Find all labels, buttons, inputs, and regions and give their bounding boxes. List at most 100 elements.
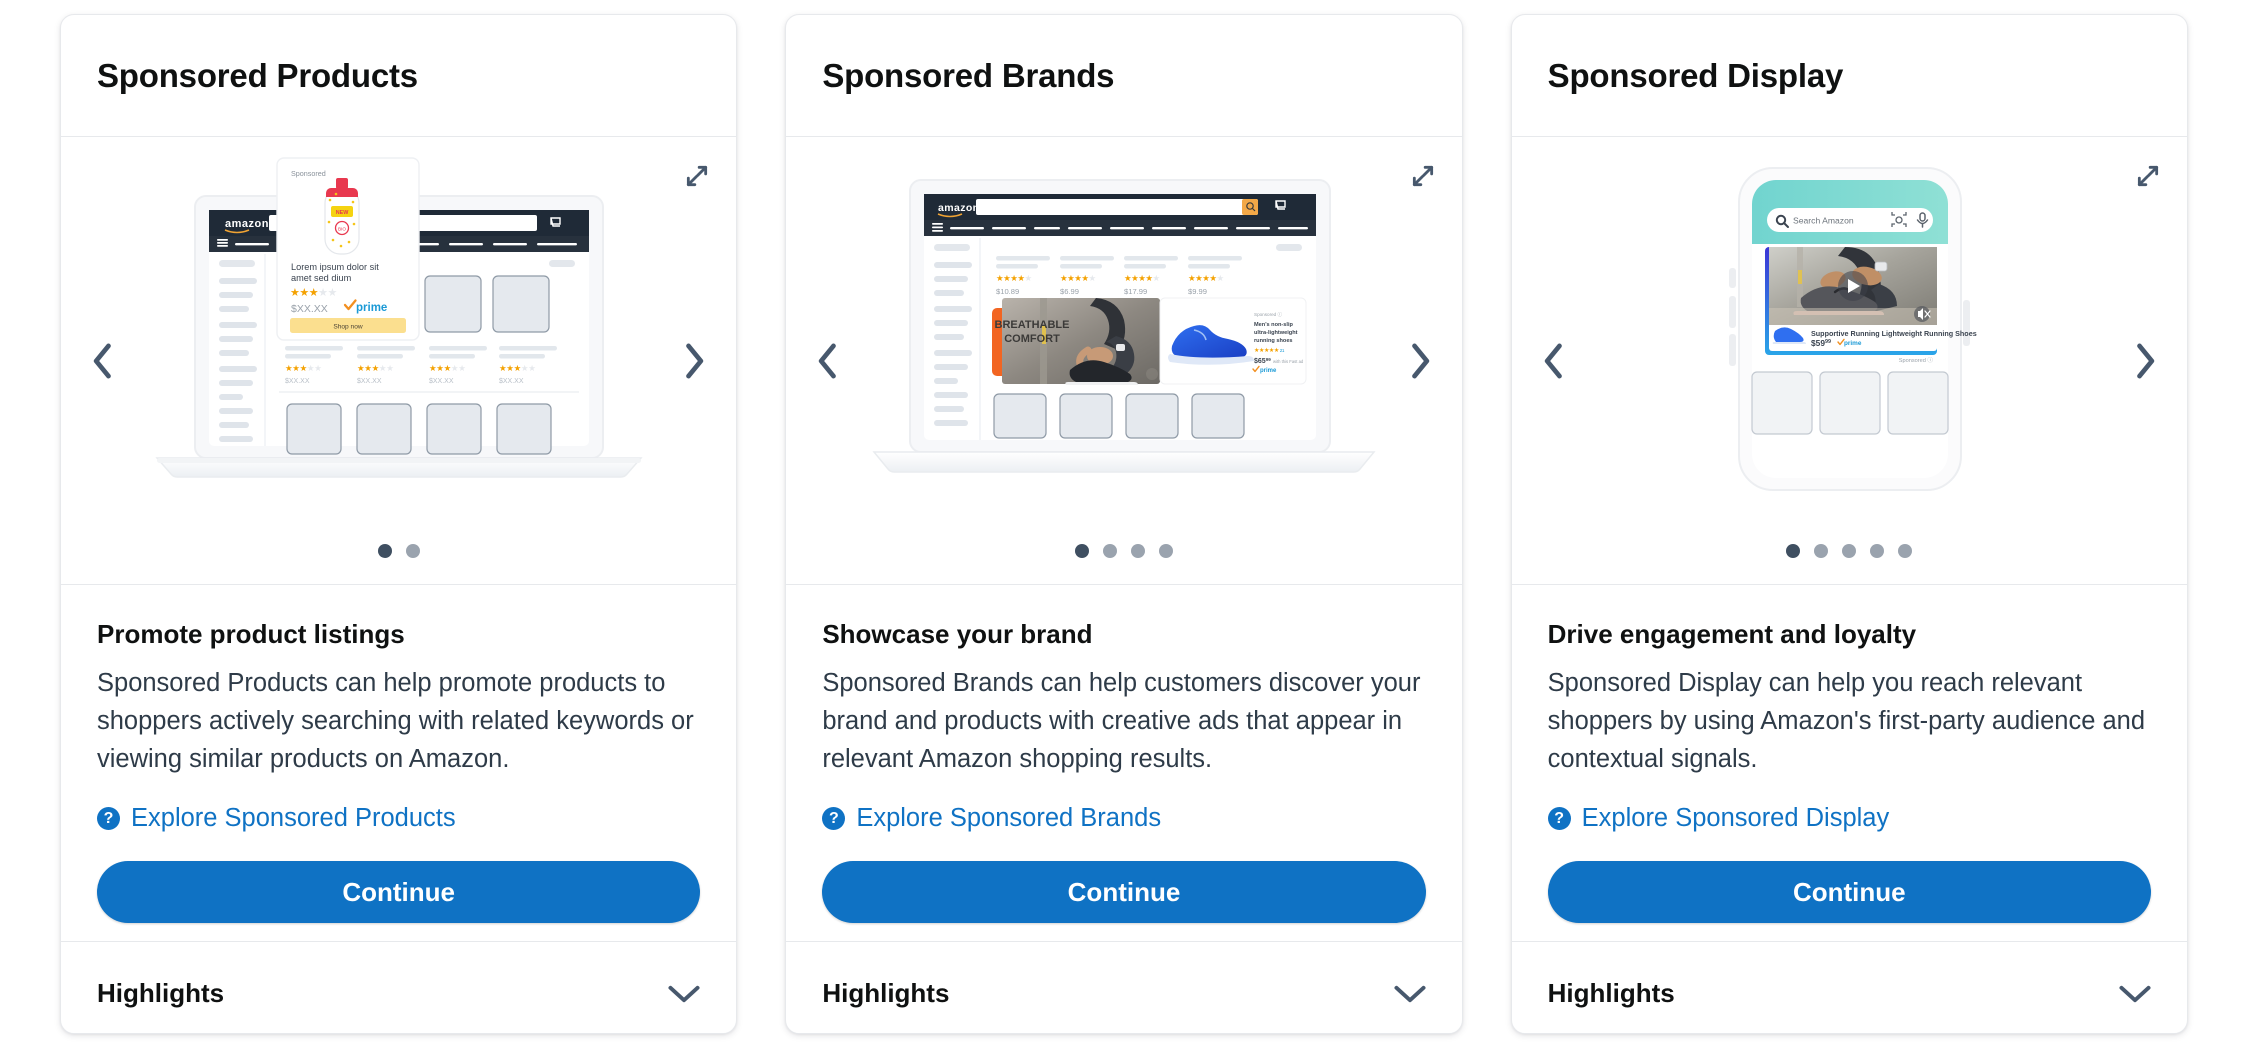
carousel-prev-button[interactable] [83, 334, 123, 388]
help-circle-icon: ? [97, 807, 120, 830]
carousel-dot[interactable] [1102, 544, 1117, 558]
result-price: $6.99 [1060, 287, 1079, 296]
chevron-down-icon[interactable] [668, 984, 700, 1004]
highlights-accordion[interactable]: Highlights [61, 941, 737, 1033]
carousel-next-button[interactable] [2125, 334, 2165, 388]
expand-icon[interactable] [1406, 159, 1440, 193]
svg-text:amazon: amazon [225, 218, 269, 230]
ad-price: $XX.XX [291, 303, 328, 315]
card-header: Sponsored Display [1511, 15, 2187, 137]
banner-headline-2: COMFORT [1004, 333, 1060, 345]
result-price: $17.99 [1124, 287, 1147, 296]
explore-sponsored-display-link[interactable]: ? Explore Sponsored Display [1547, 804, 1890, 833]
carousel-dot[interactable] [1130, 544, 1145, 558]
highlights-accordion[interactable]: Highlights [786, 941, 1462, 1033]
explore-sponsored-brands-link[interactable]: ? Explore Sponsored Brands [822, 804, 1161, 833]
carousel-dot[interactable] [1870, 544, 1885, 558]
svg-text:★★★★★: ★★★★★ [357, 363, 394, 373]
continue-button[interactable]: Continue [97, 861, 701, 923]
carousel-sponsored-brands: amazon ★★★★★ ★★★★★ ★★★★★ ★★★★★ $10.89 $6… [786, 137, 1462, 585]
carousel-dot[interactable] [1814, 544, 1829, 558]
card-sponsored-display: Sponsored Display Search Amazon Supporti… [1510, 14, 2188, 1034]
result-price: $9.99 [1188, 287, 1207, 296]
carousel-slide: Search Amazon Supportive Running Lightwe… [1570, 137, 2129, 532]
highlights-label: Highlights [97, 978, 225, 1008]
highlights-accordion[interactable]: Highlights [1511, 941, 2187, 1033]
carousel-dots[interactable] [786, 544, 1461, 558]
svg-text:★★★★★: ★★★★★ [429, 363, 466, 373]
card-header: Sponsored Brands [786, 15, 1462, 137]
card-description: Sponsored Display can help you reach rel… [1547, 669, 2146, 773]
ad-sponsored-badge: Sponsored ⓘ [1899, 356, 1934, 364]
svg-text:BIO: BIO [338, 226, 346, 231]
card-header: Sponsored Products [61, 15, 737, 137]
expand-icon[interactable] [680, 159, 714, 193]
card-body: Drive engagement and loyalty Sponsored D… [1512, 585, 2187, 941]
svg-text:$XX.XX: $XX.XX [429, 378, 454, 385]
svg-text:NEW: NEW [335, 210, 348, 216]
card-sponsored-products: Sponsored Products amazon ★★★★★ ★★★★★ ★★… [60, 14, 738, 1034]
explore-link-label: Explore Sponsored Brands [856, 804, 1162, 832]
phone-search-placeholder: Search Amazon [1793, 215, 1854, 225]
illustration-laptop-sponsored-products: amazon ★★★★★ ★★★★★ ★★★★★ ★★★★★ $XX.XX $X… [155, 156, 643, 478]
illustration-laptop-sponsored-brands: amazon ★★★★★ ★★★★★ ★★★★★ ★★★★★ $10.89 $6… [872, 178, 1376, 473]
card-body: Promote product listings Sponsored Produ… [61, 585, 736, 941]
help-circle-icon: ? [1547, 807, 1571, 830]
carousel-prev-button[interactable] [1534, 334, 1574, 388]
carousel-dot[interactable] [1898, 544, 1913, 558]
carousel-prev-button[interactable] [808, 334, 848, 388]
carousel-next-button[interactable] [1400, 334, 1440, 388]
card-sponsored-brands: Sponsored Brands amazon ★★★★★ ★★★★★ ★★★★… [785, 14, 1463, 1034]
svg-text:★★★★★ 21: ★★★★★ 21 [1254, 347, 1285, 354]
svg-text:amazon: amazon [938, 202, 980, 214]
card-description: Sponsored Products can help promote prod… [97, 669, 694, 773]
explore-sponsored-products-link[interactable]: ? Explore Sponsored Products [97, 804, 456, 833]
explore-link-label: Explore Sponsored Products [131, 804, 456, 832]
carousel-slide: amazon [119, 137, 678, 532]
card-subtitle: Drive engagement and loyalty [1547, 619, 1917, 649]
carousel-dot[interactable] [1786, 544, 1801, 558]
page-title: Sponsored Display [1547, 56, 1844, 94]
carousel-sponsored-display: Search Amazon Supportive Running Lightwe… [1511, 137, 2187, 585]
ad-cta: Shop now [333, 323, 363, 330]
explore-link-label: Explore Sponsored Display [1581, 804, 1890, 832]
ad-product-title: Lorem ipsum dolor sit [291, 262, 379, 272]
card-subtitle: Promote product listings [97, 619, 405, 649]
card-subtitle: Showcase your brand [822, 619, 1093, 649]
result-price: $10.89 [996, 287, 1019, 296]
carousel-dots[interactable] [61, 544, 736, 558]
svg-text:★★★★★: ★★★★★ [996, 273, 1032, 283]
ad-sponsored-badge: Sponsored [291, 169, 326, 178]
svg-text:★★★★★: ★★★★★ [499, 363, 536, 373]
highlights-label: Highlights [1547, 978, 1675, 1008]
carousel-dots[interactable] [1512, 544, 2187, 558]
illustration-phone-sponsored-display: Search Amazon Supportive Running Lightwe… [1729, 166, 1977, 491]
continue-button[interactable]: Continue [1547, 861, 2151, 923]
card-body: Showcase your brand Sponsored Brands can… [786, 585, 1461, 941]
chevron-down-icon[interactable] [2119, 984, 2151, 1004]
svg-text:amet sed dium: amet sed dium [291, 273, 352, 283]
carousel-next-button[interactable] [674, 334, 714, 388]
svg-text:$XX.XX: $XX.XX [285, 378, 310, 385]
continue-button[interactable]: Continue [822, 861, 1426, 923]
chevron-down-icon[interactable] [1394, 984, 1426, 1004]
carousel-dot[interactable] [377, 544, 392, 558]
panel-sponsored-badge: Sponsored ⓘ [1254, 311, 1282, 318]
svg-text:★★★★★: ★★★★★ [1124, 273, 1160, 283]
carousel-dot[interactable] [405, 544, 420, 558]
panel-product-title: Men's non-slip [1254, 322, 1294, 328]
svg-text:ultra-lightweight: ultra-lightweight [1254, 330, 1298, 336]
carousel-sponsored-products: amazon ★★★★★ ★★★★★ ★★★★★ ★★★★★ $XX.XX $X… [61, 137, 737, 585]
carousel-dot[interactable] [1074, 544, 1089, 558]
svg-text:★★★★★: ★★★★★ [1060, 273, 1096, 283]
carousel-dot[interactable] [1158, 544, 1173, 558]
carousel-dot[interactable] [1842, 544, 1857, 558]
svg-text:prime: prime [1260, 368, 1277, 374]
expand-icon[interactable] [2131, 159, 2165, 193]
svg-text:$XX.XX: $XX.XX [499, 378, 524, 385]
ad-product-chooser: Sponsored Products amazon ★★★★★ ★★★★★ ★★… [0, 0, 2248, 1048]
svg-text:$XX.XX: $XX.XX [357, 378, 382, 385]
